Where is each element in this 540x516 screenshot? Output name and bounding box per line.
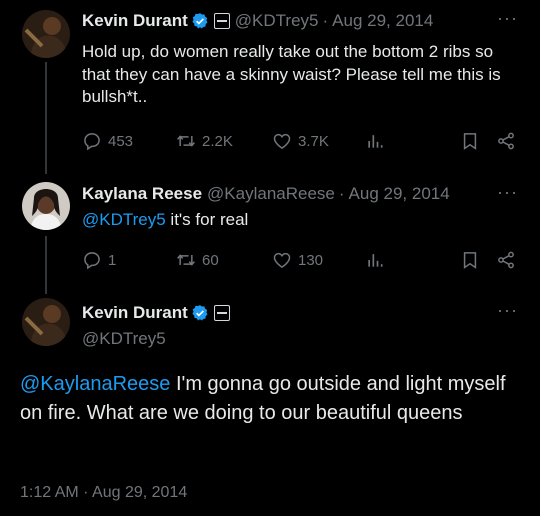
- tweet-text: @KaylanaReese I'm gonna go outside and l…: [20, 370, 520, 428]
- more-icon[interactable]: ···: [497, 8, 518, 29]
- mention-link[interactable]: @KDTrey5: [82, 210, 166, 229]
- tweet-text: Hold up, do women really take out the bo…: [82, 42, 501, 106]
- retweet-icon: [177, 135, 195, 147]
- more-icon[interactable]: ···: [497, 182, 518, 203]
- like-icon: [273, 133, 291, 149]
- more-icon[interactable]: ···: [497, 300, 518, 321]
- display-name[interactable]: Kevin Durant: [82, 302, 188, 324]
- like-icon: [273, 252, 291, 268]
- tweet-date[interactable]: Aug 29, 2014: [332, 10, 433, 32]
- like-button[interactable]: 130: [272, 250, 323, 270]
- bookmark-button[interactable]: [460, 250, 480, 270]
- tweet-reply[interactable]: Kaylana Reese @KaylanaReese · Aug 29, 20…: [0, 170, 540, 290]
- action-bar: 453 2.2K 3.7K: [82, 131, 518, 155]
- retweet-count: 2.2K: [202, 132, 233, 150]
- retweet-count: 60: [202, 251, 219, 269]
- tweet-timestamp[interactable]: 1:12 AM · Aug 29, 2014: [20, 484, 187, 502]
- retweet-button[interactable]: 60: [176, 250, 219, 270]
- tweet-header: Kevin Durant @KDTrey5 · Aug 29, 2014: [82, 10, 433, 32]
- handle[interactable]: @KDTrey5: [235, 10, 319, 32]
- reply-count: 453: [108, 132, 134, 150]
- separator: ·: [322, 11, 329, 30]
- verified-badge-icon: [192, 13, 208, 29]
- action-bar: 1 60 130: [82, 250, 518, 274]
- affiliation-badge-icon[interactable]: [213, 13, 230, 29]
- like-count: 130: [298, 251, 324, 269]
- tweet-text-body: it's for real: [165, 210, 249, 229]
- mention-link[interactable]: @KaylanaReese: [20, 373, 170, 395]
- share-icon: [498, 251, 514, 269]
- bookmark-icon: [463, 252, 477, 269]
- reply-icon: [84, 133, 100, 151]
- tweet-header: Kevin Durant: [82, 302, 230, 324]
- views-button[interactable]: [365, 131, 385, 151]
- handle[interactable]: @KaylanaReese: [207, 183, 335, 205]
- reply-button[interactable]: 1: [82, 250, 116, 270]
- avatar[interactable]: [22, 182, 70, 230]
- tweet-header: Kaylana Reese @KaylanaReese · Aug 29, 20…: [82, 183, 450, 205]
- views-icon: [368, 135, 383, 148]
- affiliation-badge-icon[interactable]: [213, 305, 230, 321]
- reply-icon: [84, 252, 100, 270]
- reply-button[interactable]: 453: [82, 131, 133, 151]
- handle[interactable]: @KDTrey5: [82, 328, 166, 350]
- tweet-date[interactable]: Aug 29, 2014: [349, 183, 450, 205]
- handle-row: @KDTrey5: [82, 328, 166, 350]
- avatar[interactable]: [22, 298, 70, 346]
- bookmark-button[interactable]: [460, 131, 480, 151]
- like-count: 3.7K: [298, 132, 329, 150]
- avatar[interactable]: [22, 10, 70, 58]
- retweet-icon: [177, 254, 195, 266]
- display-name[interactable]: Kaylana Reese: [82, 183, 202, 205]
- tweet-kd[interactable]: Kevin Durant @KDTrey5 · Aug 29, 2014 ···…: [0, 0, 540, 170]
- reply-count: 1: [108, 251, 117, 269]
- views-icon: [368, 254, 383, 267]
- bookmark-icon: [463, 133, 477, 150]
- tweet-text: @KDTrey5 it's for real: [82, 209, 522, 232]
- separator: ·: [338, 184, 345, 203]
- main-tweet[interactable]: Kevin Durant @KDTrey5 ··· @KaylanaReese …: [0, 290, 540, 516]
- retweet-button[interactable]: 2.2K: [176, 131, 233, 151]
- views-button[interactable]: [365, 250, 385, 270]
- share-button[interactable]: [496, 131, 516, 151]
- share-button[interactable]: [496, 250, 516, 270]
- verified-badge-icon: [192, 305, 208, 321]
- share-icon: [498, 132, 514, 150]
- like-button[interactable]: 3.7K: [272, 131, 329, 151]
- display-name[interactable]: Kevin Durant: [82, 10, 188, 32]
